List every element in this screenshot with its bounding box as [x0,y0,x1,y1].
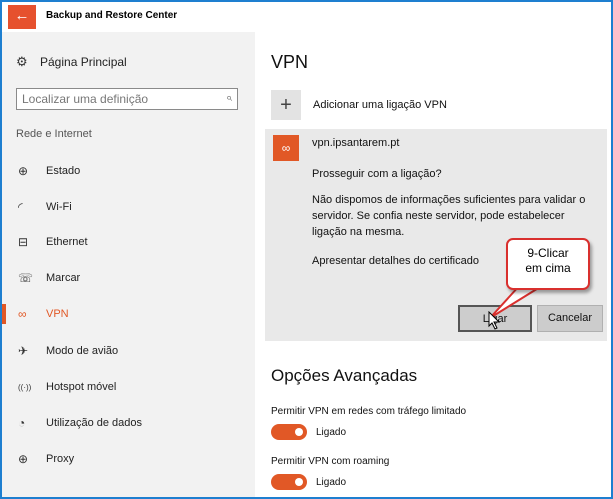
instruction-callout: 9-Clicar em cima [506,238,590,290]
callout-line-1: 9-Clicar [527,246,569,260]
callout-line-2: em cima [525,261,571,275]
mouse-cursor-icon [488,311,501,330]
callout-text: 9-Clicar em cima [506,246,590,276]
